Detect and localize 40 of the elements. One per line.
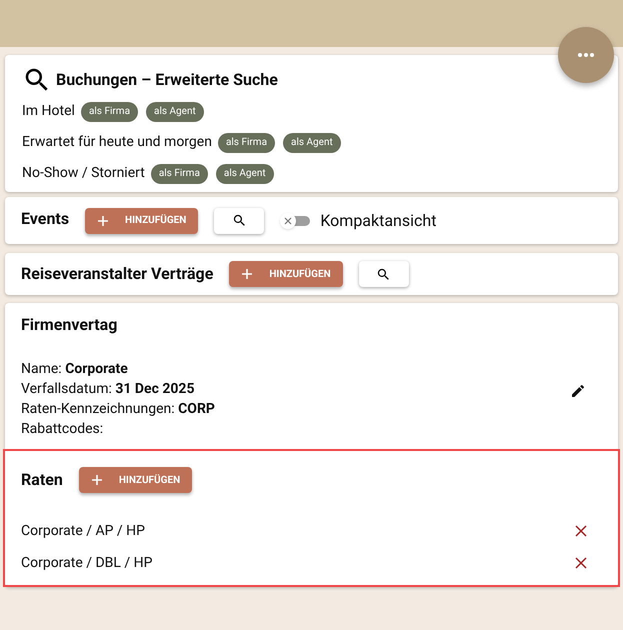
close-icon (575, 525, 587, 537)
plus-icon (241, 268, 254, 280)
delete-button[interactable] (575, 557, 587, 569)
section-title: Firmenvertag (21, 314, 118, 336)
toggle-label: Kompaktansicht (320, 210, 436, 232)
close-icon (575, 557, 587, 569)
more-icon (578, 53, 594, 57)
plus-icon (90, 474, 103, 486)
contract-field: Name: Corporate (21, 359, 570, 379)
toggle-switch[interactable] (280, 212, 310, 228)
card-title: Buchungen – Erweiterte Suche (56, 69, 278, 91)
add-button[interactable]: HINZUFÜGEN (229, 261, 343, 287)
row-label: Im Hotel (22, 102, 75, 121)
filter-chip[interactable]: als Agent (283, 132, 341, 152)
edit-button[interactable] (570, 383, 586, 399)
add-button[interactable]: HINZUFÜGEN (85, 208, 198, 234)
row-label: No-Show / Storniert (22, 164, 145, 183)
filter-chip[interactable]: als Firma (150, 164, 208, 184)
search-button[interactable] (358, 261, 409, 287)
search-button[interactable] (214, 208, 264, 234)
rate-name: Corporate / AP / HP (21, 522, 146, 540)
section-title: Raten (21, 469, 63, 491)
contract-field: Rabattcodes: (21, 419, 570, 439)
add-button[interactable]: HINZUFÜGEN (78, 467, 192, 493)
plus-icon (97, 214, 110, 226)
rate-name: Corporate / DBL / HP (21, 554, 152, 572)
contract-field: Verfallsdatum: 31 Dec 2025 (21, 379, 570, 399)
filter-chip[interactable]: als Firma (218, 132, 276, 152)
filter-chip[interactable]: als Firma (80, 102, 138, 122)
search-icon (232, 213, 247, 228)
contract-field: Raten-Kennzeichnungen: CORP (21, 399, 570, 419)
section-title: Reiseveranstalter Verträge (21, 263, 214, 285)
filter-chip[interactable]: als Agent (146, 102, 204, 122)
row-label: Erwartet für heute und morgen (22, 133, 212, 152)
delete-button[interactable] (575, 525, 587, 537)
filter-chip[interactable]: als Agent (216, 164, 274, 184)
close-icon (284, 216, 292, 224)
search-icon (376, 266, 392, 282)
pencil-icon (570, 383, 586, 399)
section-title: Events (21, 208, 70, 230)
